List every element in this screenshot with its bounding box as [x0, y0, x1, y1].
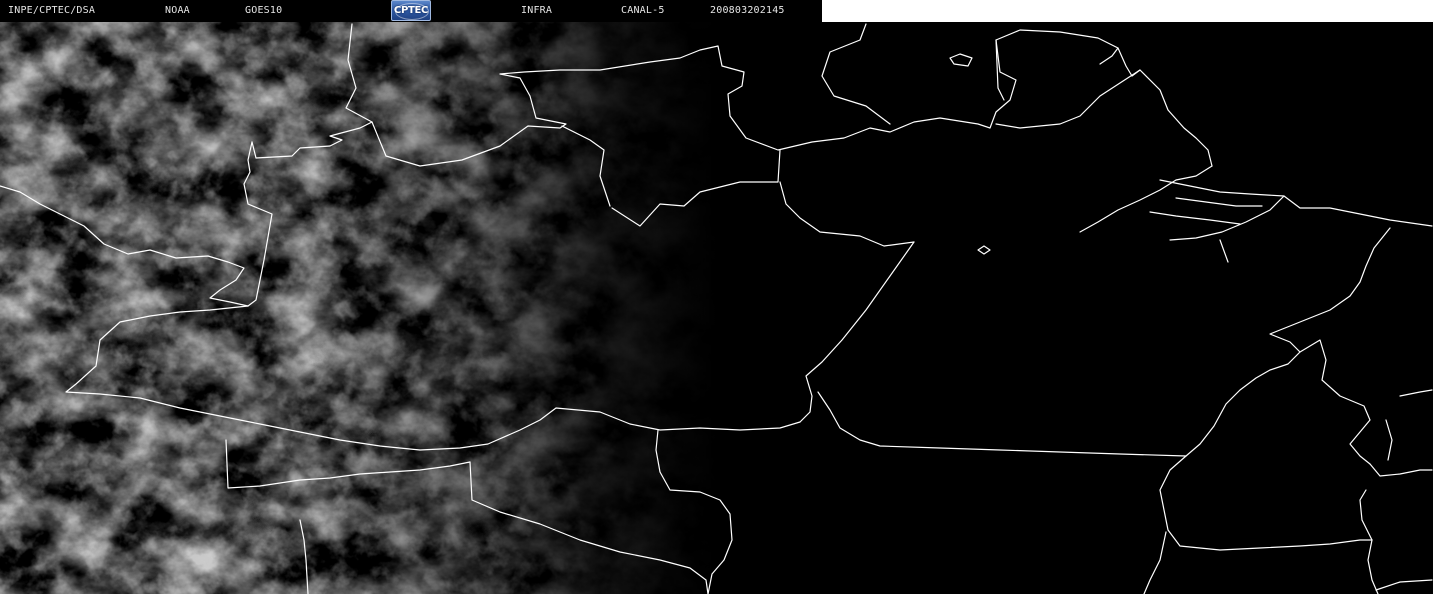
logo-ring	[395, 3, 429, 20]
agency-label: NOAA	[165, 5, 190, 16]
satellite-label: GOES10	[245, 5, 283, 16]
institution-label: INPE/CPTEC/DSA	[8, 5, 96, 16]
cptec-logo-icon: CPTEC	[391, 0, 431, 21]
satellite-image-frame: INPE/CPTEC/DSA NOAA GOES10 CPTEC INFRA C…	[0, 0, 1433, 594]
timestamp-label: 200803202145	[710, 5, 785, 16]
band-label: INFRA	[521, 5, 553, 16]
satellite-imagery	[0, 0, 1433, 594]
channel-label: CANAL-5	[621, 5, 665, 16]
header-blank-area	[822, 0, 1433, 22]
cloud-field	[0, 22, 800, 594]
